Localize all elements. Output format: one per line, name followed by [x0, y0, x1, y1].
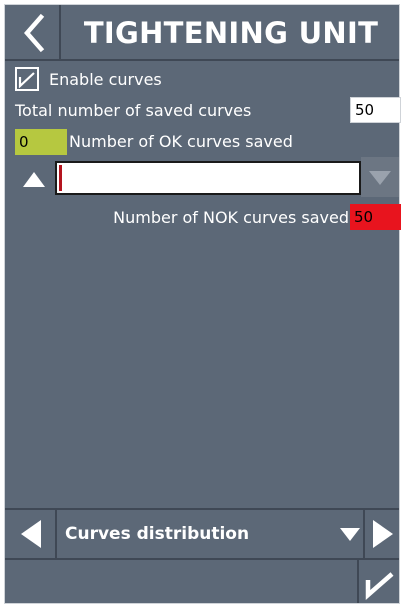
- curves-distribution-select[interactable]: Curves distribution: [57, 510, 361, 558]
- page-title: TIGHTENING UNIT: [83, 16, 379, 50]
- ok-curves-label: Number of OK curves saved: [69, 132, 293, 151]
- curves-distribution-slider[interactable]: [55, 161, 361, 195]
- chevron-left-icon: [24, 13, 45, 53]
- enable-curves-row: Enable curves: [15, 67, 162, 91]
- slider-thumb[interactable]: [59, 165, 62, 191]
- triangle-up-icon: [23, 172, 45, 187]
- ok-curves-value: 0: [15, 129, 67, 155]
- header-bar: TIGHTENING UNIT: [5, 5, 399, 61]
- increase-nok-button[interactable]: [361, 157, 399, 197]
- curves-distribution-label: Curves distribution: [65, 524, 250, 544]
- triangle-left-icon: [21, 520, 41, 548]
- total-saved-input[interactable]: 50: [350, 97, 401, 123]
- enable-curves-checkbox[interactable]: [15, 67, 39, 91]
- increase-ok-button[interactable]: [19, 168, 49, 192]
- triangle-right-icon: [373, 520, 393, 548]
- checkmark-icon: [18, 72, 35, 88]
- nok-curves-value: 50: [350, 204, 401, 230]
- enable-curves-label: Enable curves: [49, 69, 162, 89]
- chevron-down-icon: [340, 528, 360, 541]
- checkmark-icon: [365, 572, 394, 600]
- nok-curves-label: Number of NOK curves saved: [113, 208, 349, 227]
- total-saved-label: Total number of saved curves: [15, 101, 252, 120]
- footer-nav: Curves distribution: [5, 508, 399, 560]
- triangle-down-icon: [369, 171, 391, 185]
- app-frame: TIGHTENING UNIT Enable curves Total numb…: [4, 4, 401, 604]
- next-button[interactable]: [363, 510, 399, 558]
- previous-button[interactable]: [5, 510, 57, 558]
- confirm-button[interactable]: [357, 560, 399, 603]
- back-button[interactable]: [5, 5, 61, 61]
